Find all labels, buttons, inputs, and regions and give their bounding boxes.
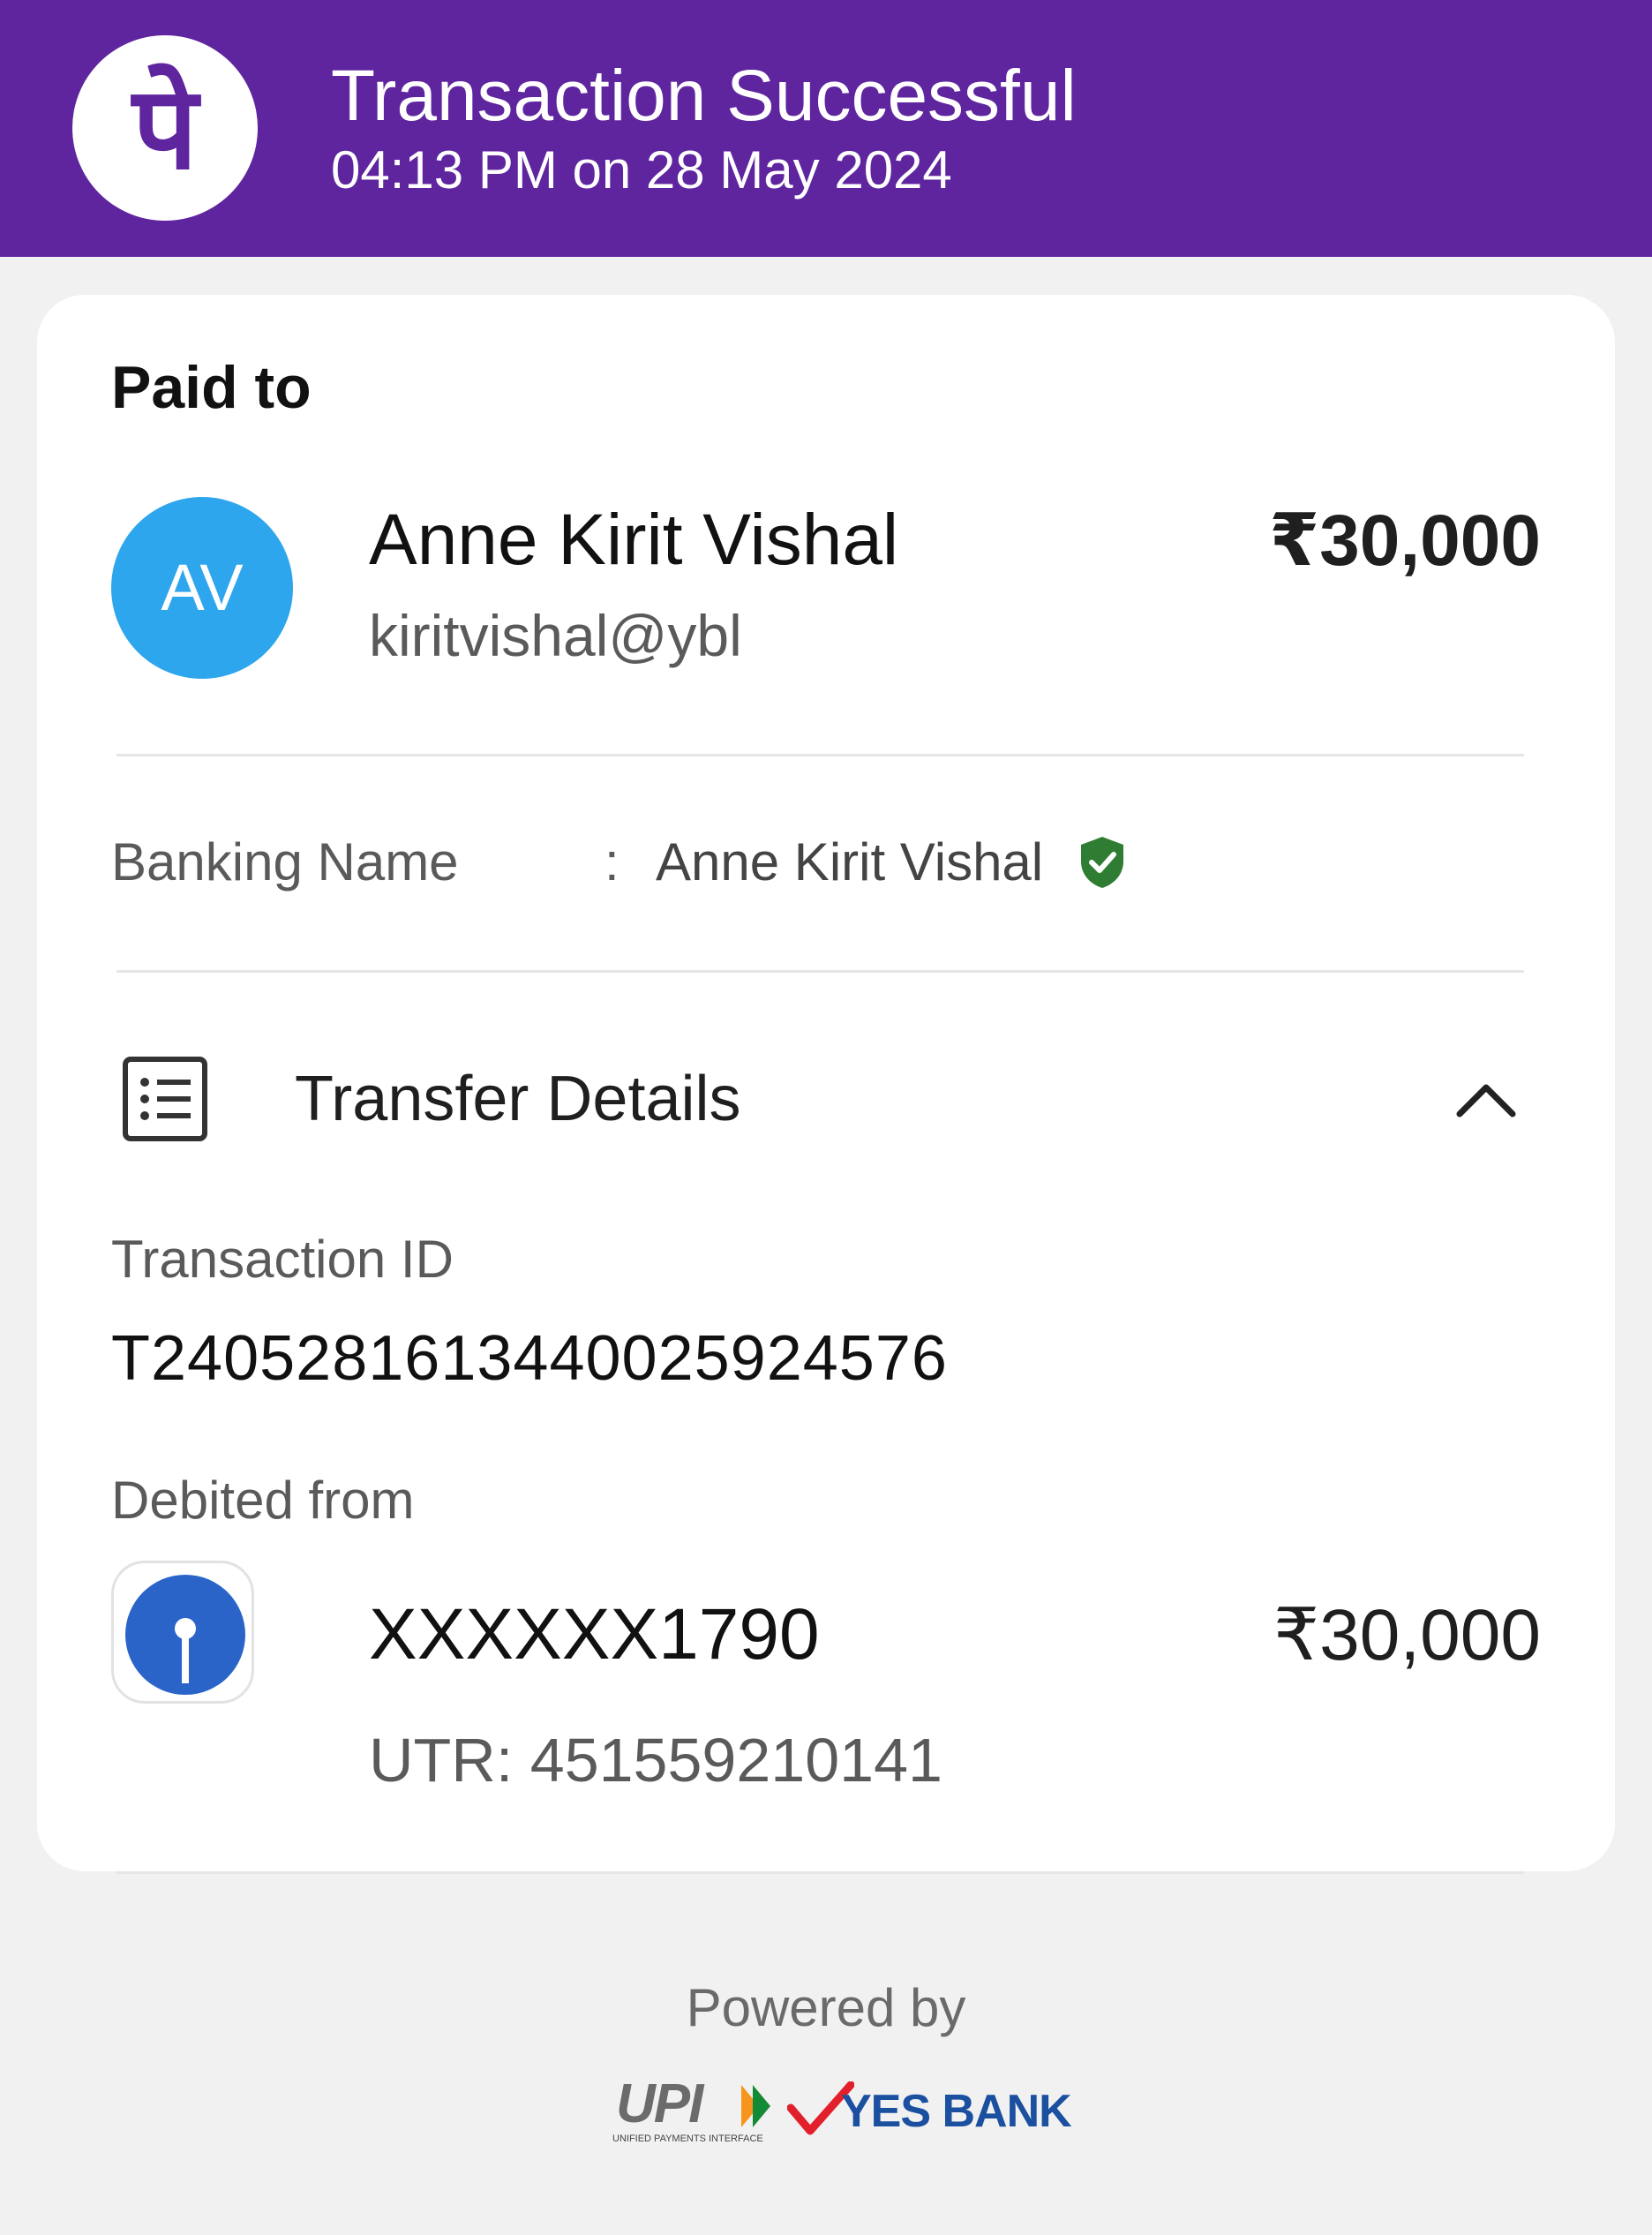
phonepe-logo-glyph: पे bbox=[130, 61, 201, 195]
divider bbox=[116, 970, 1524, 973]
debited-amount: ₹30,000 bbox=[1273, 1595, 1541, 1675]
status-title: Transaction Successful bbox=[331, 56, 1077, 136]
transaction-id-value: T2405281613440025924576 bbox=[111, 1323, 948, 1394]
paid-amount: ₹30,000 bbox=[1269, 500, 1541, 581]
utr-number: UTR: 451559210141 bbox=[369, 1726, 942, 1795]
divider bbox=[116, 1871, 1524, 1874]
payee-upi-id: kiritvishal@ybl bbox=[369, 603, 742, 668]
chevron-up-icon[interactable] bbox=[1454, 1073, 1518, 1126]
upi-logo-subtext: UNIFIED PAYMENTS INTERFACE bbox=[612, 2133, 763, 2144]
transaction-datetime: 04:13 PM on 28 May 2024 bbox=[331, 140, 952, 199]
divider bbox=[116, 754, 1524, 756]
banking-name-separator: : bbox=[604, 832, 620, 892]
transaction-id-label: Transaction ID bbox=[111, 1230, 454, 1289]
avatar: AV bbox=[111, 497, 293, 679]
receipt-list-icon bbox=[123, 1057, 207, 1141]
sbi-logo bbox=[111, 1561, 254, 1704]
phonepe-logo: पे bbox=[72, 35, 258, 221]
upi-logo-text: UPI bbox=[616, 2074, 705, 2134]
banking-name-label: Banking Name bbox=[111, 832, 459, 892]
transfer-details-title: Transfer Details bbox=[295, 1064, 741, 1134]
debited-from-label: Debited from bbox=[111, 1471, 415, 1530]
powered-by-label: Powered by bbox=[686, 1978, 966, 2037]
yes-bank-logo-text: YES BANK bbox=[841, 2086, 1072, 2137]
status-header: पे Transaction Successful 04:13 PM on 28… bbox=[0, 0, 1652, 257]
verified-shield-icon bbox=[1081, 837, 1123, 888]
banking-name-value: Anne Kirit Vishal bbox=[656, 832, 1044, 892]
debited-account-number: XXXXXX1790 bbox=[369, 1594, 820, 1674]
paid-to-label: Paid to bbox=[111, 354, 312, 421]
payee-name: Anne Kirit Vishal bbox=[369, 500, 899, 580]
